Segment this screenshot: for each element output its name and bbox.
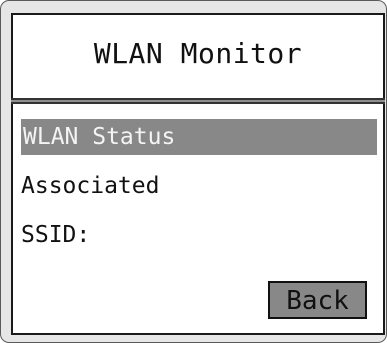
association-status-text: Associated <box>21 173 160 199</box>
device-frame: WLAN Monitor WLAN Status Associated SSID… <box>0 0 387 343</box>
screen-title: WLAN Monitor <box>93 37 303 70</box>
ssid-label: SSID: <box>21 222 91 248</box>
device-screen: WLAN Monitor WLAN Status Associated SSID… <box>11 13 385 335</box>
title-divider <box>11 98 385 104</box>
back-button[interactable]: Back <box>268 281 367 319</box>
menu-item-wlan-status[interactable]: WLAN Status <box>21 119 377 155</box>
